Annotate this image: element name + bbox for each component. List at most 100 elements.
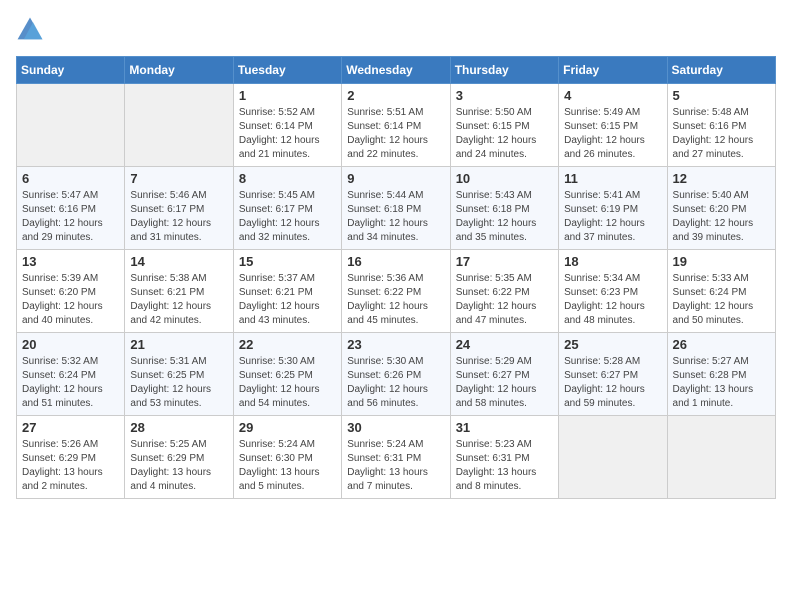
- cell-details: Sunrise: 5:34 AMSunset: 6:23 PMDaylight:…: [564, 272, 661, 328]
- day-number: 18: [564, 254, 661, 269]
- day-number: 7: [130, 171, 227, 186]
- calendar-week-row: 27Sunrise: 5:26 AMSunset: 6:29 PMDayligh…: [17, 416, 776, 499]
- calendar-cell: 31 Sunrise: 5:23 AMSunset: 6:31 PMDayligh…: [450, 416, 558, 499]
- calendar-cell: 12Sunrise: 5:40 AMSunset: 6:20 PMDayligh…: [667, 167, 775, 250]
- cell-details: Sunrise: 5:50 AMSunset: 6:15 PMDaylight:…: [456, 106, 553, 162]
- logo: [16, 16, 48, 44]
- cell-details: Sunrise: 5:31 AMSunset: 6:25 PMDaylight:…: [130, 355, 227, 411]
- weekday-header-row: SundayMondayTuesdayWednesdayThursdayFrid…: [17, 57, 776, 84]
- weekday-header: Monday: [125, 57, 233, 84]
- cell-details: Sunrise: 5:44 AMSunset: 6:18 PMDaylight:…: [347, 189, 444, 245]
- calendar-cell: 7Sunrise: 5:46 AMSunset: 6:17 PMDaylight…: [125, 167, 233, 250]
- day-number: 9: [347, 171, 444, 186]
- calendar-cell: 1 Sunrise: 5:52 AMSunset: 6:14 PMDaylight…: [233, 84, 341, 167]
- weekday-header: Saturday: [667, 57, 775, 84]
- weekday-header: Sunday: [17, 57, 125, 84]
- calendar-cell: 20Sunrise: 5:32 AMSunset: 6:24 PMDayligh…: [17, 333, 125, 416]
- calendar-cell: 28Sunrise: 5:25 AMSunset: 6:29 PMDayligh…: [125, 416, 233, 499]
- cell-details: Sunrise: 5:45 AMSunset: 6:17 PMDaylight:…: [239, 189, 336, 245]
- cell-details: Sunrise: 5:41 AMSunset: 6:19 PMDaylight:…: [564, 189, 661, 245]
- calendar-cell: 26 Sunrise: 5:27 AMSunset: 6:28 PMDayligh…: [667, 333, 775, 416]
- cell-details: Sunrise: 5:24 AMSunset: 6:30 PMDaylight:…: [239, 438, 336, 494]
- cell-details: Sunrise: 5:49 AMSunset: 6:15 PMDaylight:…: [564, 106, 661, 162]
- weekday-header: Tuesday: [233, 57, 341, 84]
- day-number: 13: [22, 254, 119, 269]
- calendar-cell: 23 Sunrise: 5:30 AMSunset: 6:26 PMDayligh…: [342, 333, 450, 416]
- day-number: 5: [673, 88, 770, 103]
- day-number: 2: [347, 88, 444, 103]
- cell-details: Sunrise: 5:23 AMSunset: 6:31 PMDaylight:…: [456, 438, 553, 494]
- calendar-cell: 21 Sunrise: 5:31 AMSunset: 6:25 PMDayligh…: [125, 333, 233, 416]
- cell-details: Sunrise: 5:25 AMSunset: 6:29 PMDaylight:…: [130, 438, 227, 494]
- cell-details: Sunrise: 5:35 AMSunset: 6:22 PMDaylight:…: [456, 272, 553, 328]
- day-number: 15: [239, 254, 336, 269]
- day-number: 11: [564, 171, 661, 186]
- cell-details: Sunrise: 5:27 AMSunset: 6:28 PMDaylight:…: [673, 355, 770, 411]
- day-number: 31: [456, 420, 553, 435]
- cell-details: Sunrise: 5:26 AMSunset: 6:29 PMDaylight:…: [22, 438, 119, 494]
- calendar-cell: 3 Sunrise: 5:50 AMSunset: 6:15 PMDaylight…: [450, 84, 558, 167]
- day-number: 3: [456, 88, 553, 103]
- calendar-cell: [125, 84, 233, 167]
- cell-details: Sunrise: 5:37 AMSunset: 6:21 PMDaylight:…: [239, 272, 336, 328]
- day-number: 17: [456, 254, 553, 269]
- cell-details: Sunrise: 5:47 AMSunset: 6:16 PMDaylight:…: [22, 189, 119, 245]
- day-number: 1: [239, 88, 336, 103]
- cell-details: Sunrise: 5:24 AMSunset: 6:31 PMDaylight:…: [347, 438, 444, 494]
- day-number: 6: [22, 171, 119, 186]
- calendar-week-row: 20Sunrise: 5:32 AMSunset: 6:24 PMDayligh…: [17, 333, 776, 416]
- cell-details: Sunrise: 5:29 AMSunset: 6:27 PMDaylight:…: [456, 355, 553, 411]
- day-number: 26: [673, 337, 770, 352]
- day-number: 20: [22, 337, 119, 352]
- calendar-cell: 11 Sunrise: 5:41 AMSunset: 6:19 PMDayligh…: [559, 167, 667, 250]
- cell-details: Sunrise: 5:39 AMSunset: 6:20 PMDaylight:…: [22, 272, 119, 328]
- day-number: 21: [130, 337, 227, 352]
- calendar-cell: 22 Sunrise: 5:30 AMSunset: 6:25 PMDayligh…: [233, 333, 341, 416]
- calendar-cell: 29 Sunrise: 5:24 AMSunset: 6:30 PMDayligh…: [233, 416, 341, 499]
- day-number: 4: [564, 88, 661, 103]
- calendar-cell: 24Sunrise: 5:29 AMSunset: 6:27 PMDayligh…: [450, 333, 558, 416]
- calendar-cell: 4 Sunrise: 5:49 AMSunset: 6:15 PMDaylight…: [559, 84, 667, 167]
- calendar-cell: 17 Sunrise: 5:35 AMSunset: 6:22 PMDayligh…: [450, 250, 558, 333]
- calendar-cell: 13 Sunrise: 5:39 AMSunset: 6:20 PMDayligh…: [17, 250, 125, 333]
- weekday-header: Friday: [559, 57, 667, 84]
- cell-details: Sunrise: 5:40 AMSunset: 6:20 PMDaylight:…: [673, 189, 770, 245]
- calendar-cell: 14 Sunrise: 5:38 AMSunset: 6:21 PMDayligh…: [125, 250, 233, 333]
- weekday-header: Thursday: [450, 57, 558, 84]
- calendar-week-row: 13 Sunrise: 5:39 AMSunset: 6:20 PMDayligh…: [17, 250, 776, 333]
- calendar-cell: 9 Sunrise: 5:44 AMSunset: 6:18 PMDaylight…: [342, 167, 450, 250]
- cell-details: Sunrise: 5:51 AMSunset: 6:14 PMDaylight:…: [347, 106, 444, 162]
- weekday-header: Wednesday: [342, 57, 450, 84]
- logo-icon: [16, 16, 44, 44]
- day-number: 19: [673, 254, 770, 269]
- calendar-cell: [17, 84, 125, 167]
- day-number: 22: [239, 337, 336, 352]
- calendar-cell: 8 Sunrise: 5:45 AMSunset: 6:17 PMDaylight…: [233, 167, 341, 250]
- cell-details: Sunrise: 5:43 AMSunset: 6:18 PMDaylight:…: [456, 189, 553, 245]
- cell-details: Sunrise: 5:48 AMSunset: 6:16 PMDaylight:…: [673, 106, 770, 162]
- cell-details: Sunrise: 5:30 AMSunset: 6:25 PMDaylight:…: [239, 355, 336, 411]
- calendar-cell: 25Sunrise: 5:28 AMSunset: 6:27 PMDayligh…: [559, 333, 667, 416]
- day-number: 10: [456, 171, 553, 186]
- calendar-cell: 30 Sunrise: 5:24 AMSunset: 6:31 PMDayligh…: [342, 416, 450, 499]
- cell-details: Sunrise: 5:30 AMSunset: 6:26 PMDaylight:…: [347, 355, 444, 411]
- calendar-cell: [559, 416, 667, 499]
- day-number: 14: [130, 254, 227, 269]
- calendar-cell: 6 Sunrise: 5:47 AMSunset: 6:16 PMDaylight…: [17, 167, 125, 250]
- cell-details: Sunrise: 5:38 AMSunset: 6:21 PMDaylight:…: [130, 272, 227, 328]
- calendar-cell: 19Sunrise: 5:33 AMSunset: 6:24 PMDayligh…: [667, 250, 775, 333]
- day-number: 16: [347, 254, 444, 269]
- cell-details: Sunrise: 5:52 AMSunset: 6:14 PMDaylight:…: [239, 106, 336, 162]
- calendar-table: SundayMondayTuesdayWednesdayThursdayFrid…: [16, 56, 776, 499]
- day-number: 30: [347, 420, 444, 435]
- page-header: [16, 16, 776, 44]
- calendar-cell: 5 Sunrise: 5:48 AMSunset: 6:16 PMDaylight…: [667, 84, 775, 167]
- calendar-cell: 27Sunrise: 5:26 AMSunset: 6:29 PMDayligh…: [17, 416, 125, 499]
- calendar-cell: 10 Sunrise: 5:43 AMSunset: 6:18 PMDayligh…: [450, 167, 558, 250]
- calendar-cell: 2 Sunrise: 5:51 AMSunset: 6:14 PMDaylight…: [342, 84, 450, 167]
- day-number: 8: [239, 171, 336, 186]
- calendar-week-row: 6 Sunrise: 5:47 AMSunset: 6:16 PMDaylight…: [17, 167, 776, 250]
- day-number: 23: [347, 337, 444, 352]
- day-number: 25: [564, 337, 661, 352]
- day-number: 29: [239, 420, 336, 435]
